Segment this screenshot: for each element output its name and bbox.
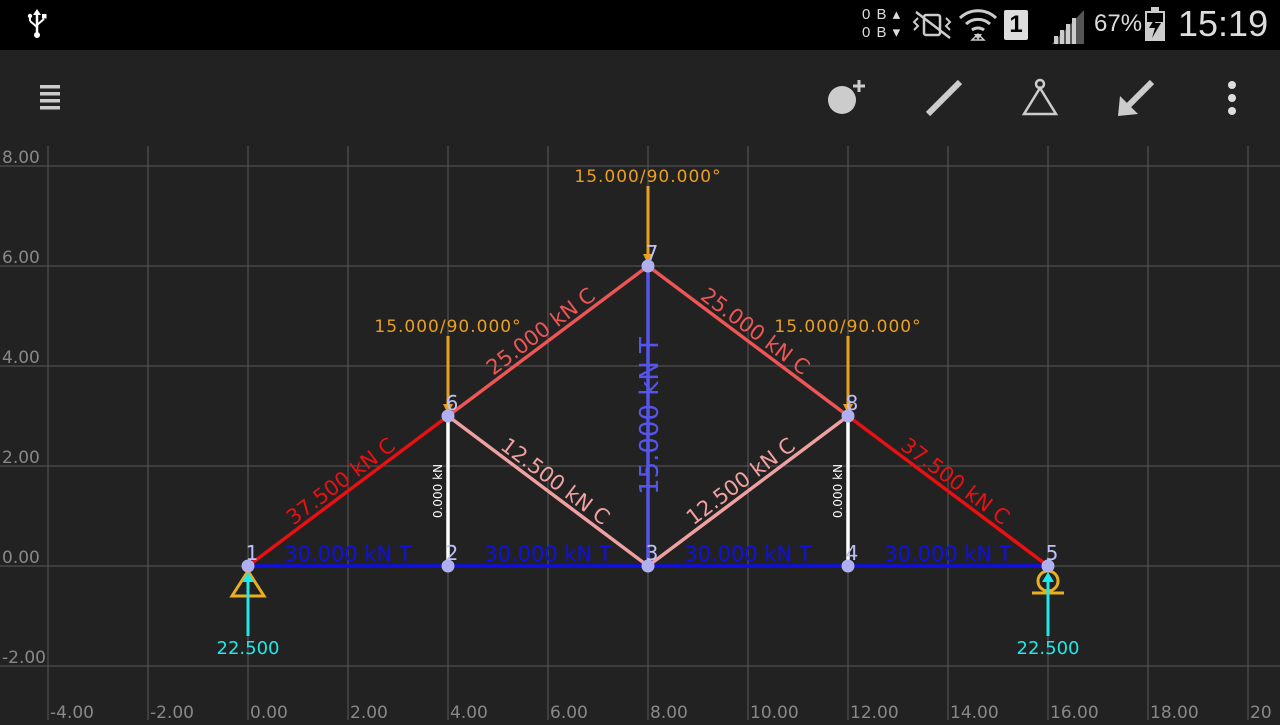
add-support-icon bbox=[1020, 78, 1060, 123]
data-activity-icon: 0 B ▴ 0 B ▾ bbox=[862, 6, 902, 41]
add-load-button[interactable] bbox=[1108, 72, 1164, 128]
x-tick-label: -2.00 bbox=[150, 703, 194, 720]
load-label: 15.000/90.000° bbox=[574, 167, 721, 187]
x-tick-label: 4.00 bbox=[450, 703, 488, 720]
x-tick-label: 20 bbox=[1250, 703, 1272, 720]
x-tick-label: 8.00 bbox=[650, 703, 688, 720]
member-force-label: 30.000 kN T bbox=[684, 542, 812, 566]
member-force-label: 0.000 kN bbox=[431, 464, 445, 518]
node-label: 2 bbox=[446, 541, 459, 565]
node-label: 5 bbox=[1046, 541, 1059, 565]
more-options-button[interactable] bbox=[1204, 72, 1260, 128]
member-force-label: 0.000 kN bbox=[831, 464, 845, 518]
node-label: 3 bbox=[646, 541, 659, 565]
sim-slot-text: 1 bbox=[1009, 11, 1023, 38]
y-tick-label: 6.00 bbox=[2, 248, 40, 268]
reaction-label: 22.500 bbox=[1017, 638, 1080, 659]
member-force-label: 30.000 kN T bbox=[284, 542, 412, 566]
x-tick-label: 2.00 bbox=[350, 703, 388, 720]
add-support-button[interactable] bbox=[1012, 72, 1068, 128]
add-node-icon bbox=[824, 76, 868, 125]
battery-charging-icon bbox=[1143, 6, 1167, 47]
add-node-button[interactable] bbox=[818, 72, 874, 128]
member-force-label: 30.000 kN T bbox=[884, 542, 1012, 566]
node-label: 8 bbox=[846, 391, 859, 415]
member-force-label: 15.000 kN T bbox=[635, 337, 665, 495]
x-tick-label: 0.00 bbox=[250, 703, 288, 720]
menu-button[interactable] bbox=[22, 72, 78, 128]
x-tick-label: 16.00 bbox=[1050, 703, 1099, 720]
x-tick-label: 12.00 bbox=[850, 703, 899, 720]
add-load-icon bbox=[1116, 78, 1156, 123]
data-down-text: 0 B bbox=[862, 24, 888, 41]
x-tick-label: 14.00 bbox=[950, 703, 999, 720]
signal-icon bbox=[1050, 10, 1086, 49]
node-label: 7 bbox=[646, 241, 659, 265]
node-label: 4 bbox=[846, 541, 859, 565]
node-label: 6 bbox=[446, 391, 459, 415]
add-member-icon bbox=[924, 78, 964, 123]
load-label: 15.000/90.000° bbox=[774, 317, 921, 337]
node-label: 1 bbox=[246, 541, 259, 565]
more-options-icon bbox=[1227, 80, 1237, 121]
truss-drawing[interactable]: -4.00 -2.00 0.00 2.00 4.00 6.00 8.00 10.00 12.00… bbox=[0, 146, 1280, 723]
member-force-label: 37.500 kN C bbox=[282, 433, 400, 530]
member-force-label: 12.500 kN C bbox=[496, 433, 614, 530]
wifi-icon bbox=[958, 6, 998, 49]
y-tick-label: 4.00 bbox=[2, 348, 40, 368]
member-force-label: 12.500 kN C bbox=[682, 433, 800, 530]
y-tick-label: 8.00 bbox=[2, 148, 40, 168]
x-tick-label: 6.00 bbox=[550, 703, 588, 720]
menu-icon bbox=[38, 83, 62, 118]
battery-percent: 67% bbox=[1094, 10, 1143, 37]
truss-canvas[interactable]: -4.00 -2.00 0.00 2.00 4.00 6.00 8.00 10.00 12.00… bbox=[0, 146, 1280, 723]
usb-icon bbox=[26, 9, 48, 46]
y-tick-label: 2.00 bbox=[2, 448, 40, 468]
members: 30.000 kN T 30.000 kN T 30.000 kN T 30.000 … bbox=[246, 264, 1050, 568]
x-tick-label: 10.00 bbox=[750, 703, 799, 720]
toolbar bbox=[0, 50, 1280, 146]
add-member-button[interactable] bbox=[916, 72, 972, 128]
member-force-label: 37.500 kN C bbox=[896, 433, 1014, 530]
y-tick-label: 0.00 bbox=[2, 548, 40, 568]
data-up-text: 0 B bbox=[862, 6, 888, 23]
x-tick-label: -4.00 bbox=[50, 703, 94, 720]
y-tick-label: -2.00 bbox=[2, 648, 46, 668]
clock: 15:19 bbox=[1178, 3, 1269, 44]
status-bar: 0 B ▴ 0 B ▾ 1 67% 15:19 bbox=[0, 0, 1280, 50]
vibrate-mute-icon bbox=[910, 10, 956, 45]
sim-icon: 1 bbox=[1004, 10, 1028, 40]
reaction-label: 22.500 bbox=[217, 638, 280, 659]
member-force-label: 30.000 kN T bbox=[484, 542, 612, 566]
load-label: 15.000/90.000° bbox=[374, 317, 521, 337]
x-tick-label: 18.00 bbox=[1150, 703, 1199, 720]
